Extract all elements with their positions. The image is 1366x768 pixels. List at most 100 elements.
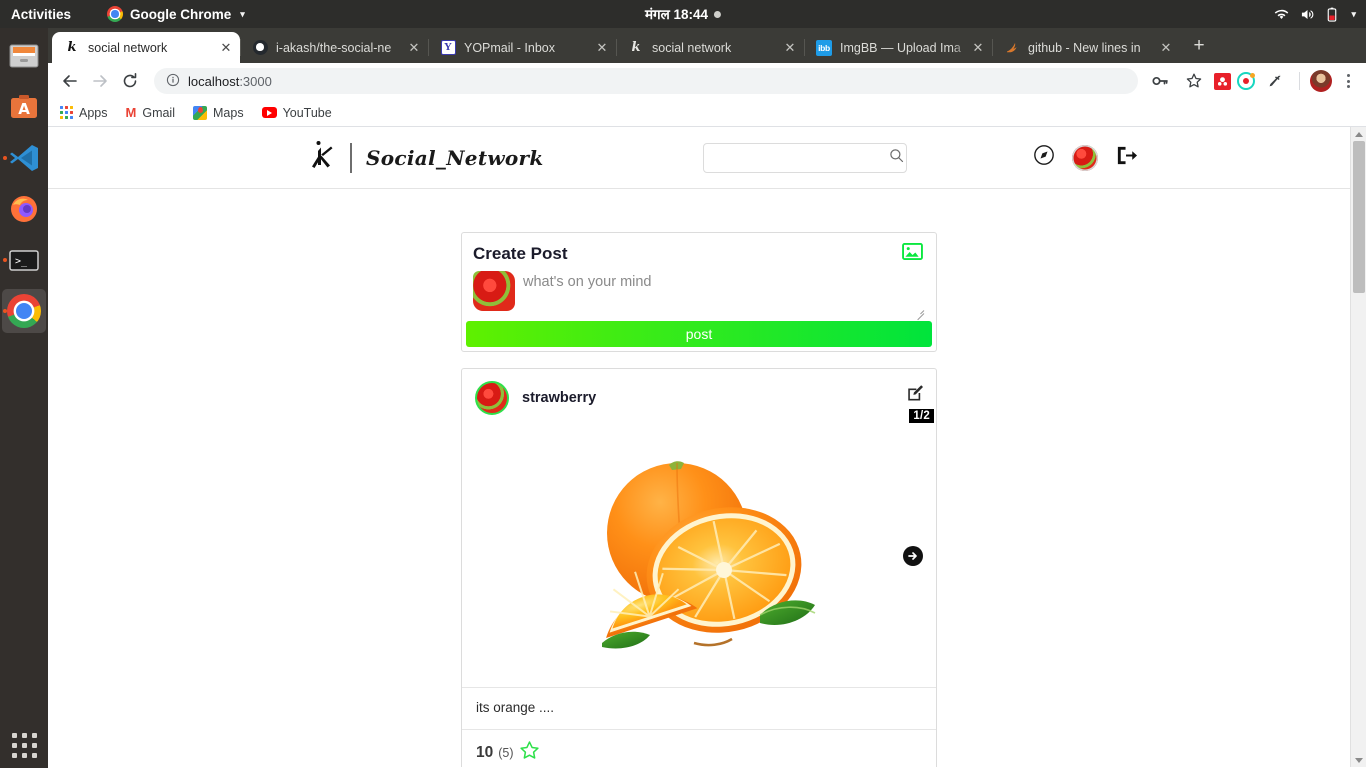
address-bar[interactable]: localhost:3000 bbox=[154, 68, 1138, 94]
new-tab-button[interactable]: + bbox=[1185, 33, 1213, 61]
ubuntu-dock: A >_ bbox=[0, 28, 48, 768]
tab-strip: k social network ✕ i-akash/the-social-ne… bbox=[48, 28, 1366, 63]
k-logo-icon bbox=[310, 138, 336, 177]
bookmark-maps[interactable]: Maps bbox=[193, 105, 244, 120]
url-port: :3000 bbox=[239, 73, 272, 89]
notification-dot-icon bbox=[714, 10, 722, 18]
post-footer: 10 (5) 18:38 19-10-2019 bbox=[462, 729, 936, 767]
bookmark-label: YouTube bbox=[282, 105, 332, 120]
create-post-card: Create Post what's on your mind post bbox=[461, 232, 937, 352]
bookmark-youtube[interactable]: YouTube bbox=[261, 105, 332, 120]
social-network-app: Social_Network Create Post what's on you… bbox=[48, 127, 1350, 767]
image-counter-badge: 1/2 bbox=[909, 409, 934, 423]
dock-item-ubuntu-software[interactable]: A bbox=[2, 85, 46, 129]
tab-github-repo[interactable]: i-akash/the-social-ne ✕ bbox=[240, 32, 428, 63]
extension-red-icon[interactable] bbox=[1214, 72, 1231, 90]
url-text: localhost:3000 bbox=[188, 74, 272, 89]
star-outline-icon[interactable] bbox=[519, 740, 540, 766]
close-icon[interactable]: ✕ bbox=[406, 40, 422, 56]
running-indicator bbox=[3, 156, 7, 160]
edit-pencil-icon[interactable] bbox=[906, 384, 924, 407]
github-alt-favicon bbox=[1004, 40, 1020, 56]
textarea-resize-handle[interactable] bbox=[915, 306, 924, 315]
clock[interactable]: मंगल 18:44 bbox=[645, 5, 722, 23]
system-tray[interactable]: ▾ bbox=[1274, 7, 1356, 22]
header-actions bbox=[1033, 144, 1138, 172]
activities-button[interactable]: Activities bbox=[11, 7, 71, 22]
reload-button[interactable] bbox=[116, 67, 144, 95]
bookmark-star-icon[interactable] bbox=[1180, 67, 1208, 95]
brand[interactable]: Social_Network bbox=[310, 138, 544, 177]
close-icon[interactable]: ✕ bbox=[218, 40, 234, 56]
show-applications-button[interactable] bbox=[0, 733, 48, 758]
feed: Create Post what's on your mind post str… bbox=[48, 189, 1350, 767]
strawberry-avatar bbox=[473, 271, 515, 311]
brand-name: Social_Network bbox=[366, 145, 544, 170]
chrome-icon bbox=[107, 6, 124, 22]
chevron-down-icon: ▾ bbox=[1351, 8, 1356, 19]
dock-item-vscode[interactable] bbox=[2, 136, 46, 180]
dock-item-files[interactable] bbox=[2, 34, 46, 78]
bookmark-apps[interactable]: Apps bbox=[60, 106, 108, 120]
page-scrollbar[interactable] bbox=[1350, 127, 1366, 767]
imgbb-favicon: ibb bbox=[816, 39, 832, 56]
extension-teal-icon[interactable] bbox=[1237, 72, 1255, 90]
post-username[interactable]: strawberry bbox=[522, 390, 596, 406]
gmail-icon: M bbox=[125, 105, 137, 120]
image-upload-icon[interactable] bbox=[902, 243, 923, 265]
bookmarks-bar: Apps M Gmail Maps YouTube bbox=[48, 99, 1366, 127]
orange-fruit-image[interactable] bbox=[574, 447, 824, 665]
back-button[interactable] bbox=[56, 67, 84, 95]
svg-text:A: A bbox=[18, 100, 30, 118]
explore-compass-icon[interactable] bbox=[1033, 144, 1055, 171]
chrome-icon bbox=[7, 294, 41, 328]
close-icon[interactable]: ✕ bbox=[594, 40, 610, 56]
tab-yopmail[interactable]: Y YOPmail - Inbox ✕ bbox=[428, 32, 616, 63]
tab-social-network-1[interactable]: k social network ✕ bbox=[52, 32, 240, 63]
wifi-icon bbox=[1274, 8, 1289, 21]
tab-github-newlines[interactable]: github - New lines in ✕ bbox=[992, 32, 1180, 63]
tab-imgbb[interactable]: ibb ImgBB — Upload Ima ✕ bbox=[804, 32, 992, 63]
k-logo-favicon: k bbox=[67, 40, 77, 55]
bookmark-label: Apps bbox=[79, 105, 108, 120]
running-indicator bbox=[3, 258, 7, 262]
profile-avatar[interactable] bbox=[1310, 70, 1332, 92]
dock-item-chrome[interactable] bbox=[2, 289, 46, 333]
next-arrow-icon[interactable] bbox=[903, 546, 923, 566]
create-post-textarea[interactable]: what's on your mind bbox=[523, 271, 925, 311]
tab-social-network-2[interactable]: k social network ✕ bbox=[616, 32, 804, 63]
active-app-menu[interactable]: Google Chrome ▾ bbox=[107, 6, 245, 22]
logout-icon[interactable] bbox=[1115, 144, 1138, 172]
forward-button[interactable] bbox=[86, 67, 114, 95]
profile-avatar[interactable] bbox=[1072, 144, 1098, 171]
apps-grid-icon bbox=[11, 733, 37, 758]
info-circle-icon[interactable] bbox=[166, 73, 180, 90]
post-media bbox=[462, 425, 936, 687]
scrollbar-thumb[interactable] bbox=[1353, 141, 1365, 293]
volume-icon bbox=[1300, 8, 1315, 21]
close-icon[interactable]: ✕ bbox=[782, 40, 798, 56]
tab-title: i-akash/the-social-ne bbox=[276, 40, 392, 55]
maps-icon bbox=[193, 105, 207, 120]
search-box[interactable] bbox=[702, 142, 907, 173]
create-post-body: what's on your mind bbox=[462, 271, 936, 321]
post-caption: its orange .... bbox=[462, 687, 936, 729]
password-key-icon[interactable] bbox=[1146, 67, 1174, 95]
files-icon bbox=[9, 44, 39, 68]
eyedropper-icon[interactable] bbox=[1261, 67, 1289, 95]
dock-item-terminal[interactable]: >_ bbox=[2, 238, 46, 282]
post-button[interactable]: post bbox=[466, 321, 932, 347]
post-avatar[interactable] bbox=[475, 381, 509, 415]
dock-item-firefox[interactable] bbox=[2, 187, 46, 231]
scroll-up-button[interactable] bbox=[1351, 127, 1366, 141]
close-icon[interactable]: ✕ bbox=[970, 40, 986, 56]
bookmark-gmail[interactable]: M Gmail bbox=[126, 105, 176, 120]
search-input[interactable] bbox=[712, 150, 889, 165]
close-icon[interactable]: ✕ bbox=[1158, 40, 1174, 56]
chrome-menu-icon[interactable] bbox=[1338, 71, 1358, 91]
tab-title: social network bbox=[652, 40, 732, 55]
vscode-icon bbox=[10, 145, 38, 171]
search-icon[interactable] bbox=[889, 148, 904, 168]
scroll-down-button[interactable] bbox=[1351, 753, 1366, 767]
youtube-icon bbox=[261, 107, 277, 118]
